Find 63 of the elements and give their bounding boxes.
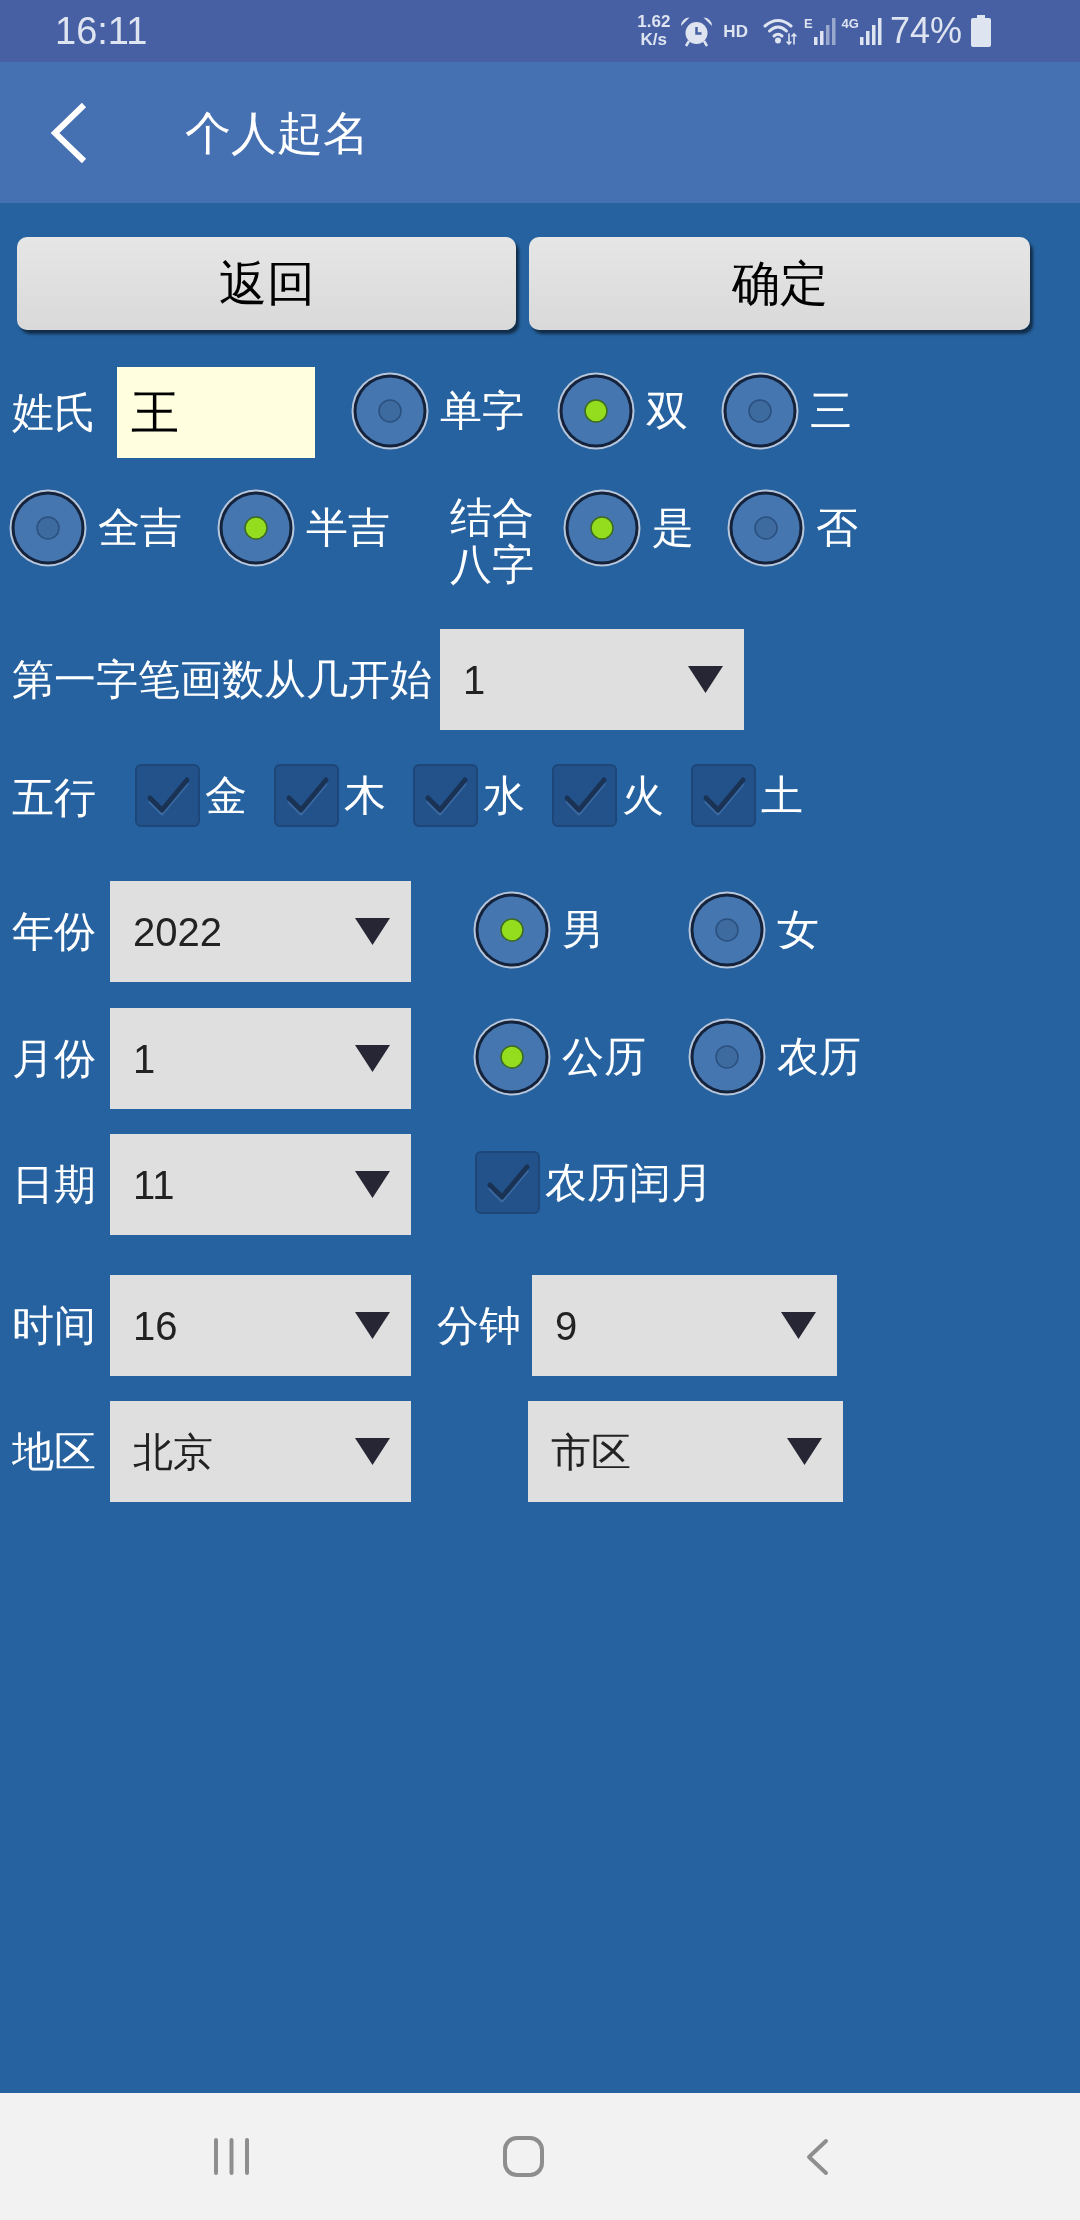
radio-option[interactable]: 女 <box>688 890 819 969</box>
hd-label: HD <box>723 22 748 40</box>
wifi-icon <box>761 16 798 46</box>
radio-option[interactable]: 男 <box>473 890 604 969</box>
form-label: 日期 <box>12 1163 96 1206</box>
dropdown[interactable]: 16 <box>110 1275 411 1376</box>
checkbox-option[interactable]: 木 <box>274 764 386 827</box>
form-label: 结合八字 <box>450 494 534 589</box>
checkbox-option[interactable]: 火 <box>552 764 664 827</box>
radio-option[interactable]: 双 <box>557 371 688 450</box>
checkbox-option[interactable]: 土 <box>691 764 803 827</box>
battery-icon <box>970 15 992 47</box>
dropdown[interactable]: 1 <box>440 629 744 730</box>
radio-option[interactable]: 农历 <box>688 1017 861 1096</box>
radio-option[interactable]: 公历 <box>473 1017 646 1096</box>
signal-icon <box>859 17 882 45</box>
network-speed-unit: K/s <box>640 31 668 49</box>
caret-down-icon <box>355 1312 390 1339</box>
back-icon[interactable] <box>805 2137 829 2176</box>
dropdown[interactable]: 北京 <box>110 1401 411 1502</box>
form-label: 时间 <box>12 1304 96 1347</box>
form-label: 第一字笔画数从几开始 <box>12 658 432 701</box>
caret-down-icon <box>355 918 390 945</box>
dropdown[interactable]: 市区 <box>528 1401 843 1502</box>
caret-down-icon <box>787 1438 822 1465</box>
caret-down-icon <box>355 1438 390 1465</box>
radio-option[interactable]: 全吉 <box>9 489 182 567</box>
battery-percent: 74% <box>889 13 962 49</box>
form-label: 分钟 <box>437 1304 521 1347</box>
checkbox-option[interactable]: 农历闰月 <box>475 1151 713 1214</box>
checkbox-option[interactable]: 金 <box>135 764 247 827</box>
network-type-label: 4G <box>841 17 859 30</box>
caret-down-icon <box>781 1312 816 1339</box>
caret-down-icon <box>355 1045 390 1072</box>
surname-field[interactable]: 王 <box>117 367 315 458</box>
dropdown[interactable]: 11 <box>110 1134 411 1235</box>
form-label: 五行 <box>12 776 96 819</box>
caret-down-icon <box>688 666 723 693</box>
action-button[interactable]: 确定 <box>529 237 1030 330</box>
page-title: 个人起名 <box>185 109 369 156</box>
network-speed-value: 1.62 <box>637 13 671 31</box>
dropdown[interactable]: 1 <box>110 1008 411 1109</box>
status-time: 16:11 <box>55 12 148 50</box>
radio-option[interactable]: 否 <box>727 489 858 567</box>
caret-down-icon <box>355 1171 390 1198</box>
network-type-label: E <box>803 17 813 30</box>
form-label: 地区 <box>12 1430 96 1473</box>
form-label: 年份 <box>12 910 96 953</box>
form-label: 姓氏 <box>12 391 96 434</box>
action-button[interactable]: 返回 <box>17 237 516 330</box>
home-icon[interactable] <box>503 2136 544 2177</box>
recent-apps-icon[interactable] <box>213 2137 250 2176</box>
chevron-left-icon[interactable] <box>50 101 88 164</box>
radio-option[interactable]: 半吉 <box>217 489 390 567</box>
alarm-clock-icon <box>680 15 714 47</box>
radio-option[interactable]: 三 <box>721 371 852 450</box>
signal-icon <box>813 17 836 45</box>
dropdown[interactable]: 9 <box>532 1275 837 1376</box>
dropdown[interactable]: 2022 <box>110 881 411 982</box>
radio-option[interactable]: 单字 <box>351 371 524 450</box>
checkbox-option[interactable]: 水 <box>413 764 525 827</box>
radio-option[interactable]: 是 <box>563 489 694 567</box>
form-label: 月份 <box>12 1037 96 1080</box>
